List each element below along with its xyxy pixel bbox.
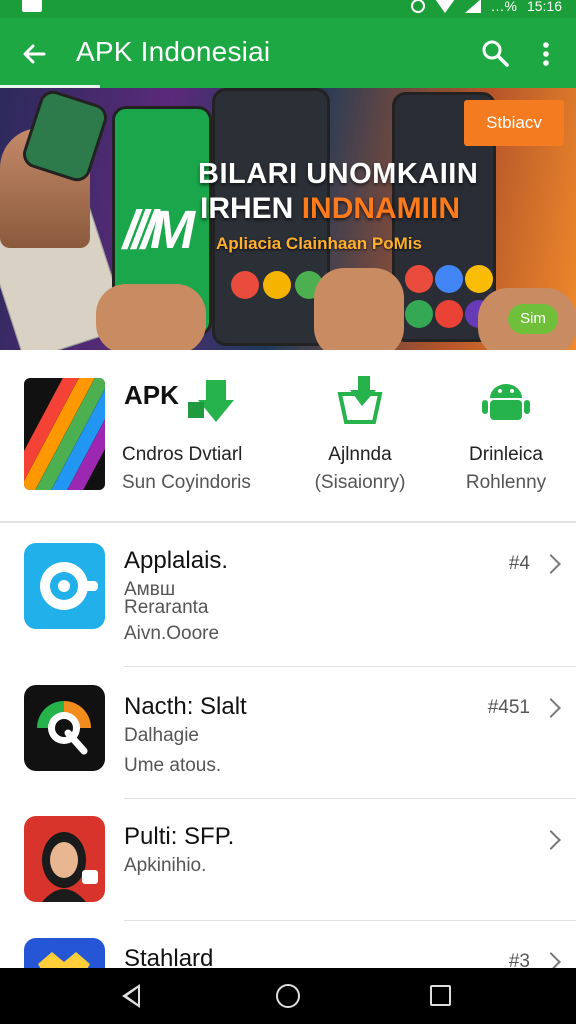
status-bar: …% 15:16 bbox=[0, 0, 576, 18]
banner-headline-2: IRHEN INDNAMIIN bbox=[200, 192, 460, 226]
list-item[interactable]: Pulti: SFP. Apkinihio. bbox=[0, 799, 576, 921]
status-time: 15:16 bbox=[526, 0, 562, 14]
banner-subheadline: Apliacia Clainhaan PoMis bbox=[216, 234, 422, 253]
nav-home-icon[interactable] bbox=[276, 984, 300, 1008]
category-title: Drinleica bbox=[469, 444, 543, 465]
apk-app-icon[interactable] bbox=[24, 378, 105, 490]
list-item-title: Stahlard bbox=[124, 945, 214, 968]
category-subtitle: (Sisaionry) bbox=[314, 472, 406, 493]
notification-icon bbox=[22, 0, 42, 12]
list-item-rank: #3 bbox=[508, 951, 530, 968]
list-item-title: Pulti: SFP. bbox=[124, 823, 235, 850]
chevron-right-icon bbox=[541, 830, 561, 850]
list-item[interactable]: Applalais. Aмвш Reraranta Aivn.Ooore #4 bbox=[0, 523, 576, 667]
banner-headline-2-white: IRHEN bbox=[200, 192, 302, 225]
app-logo-graphic: ///M bbox=[123, 200, 195, 260]
list-item-line: Ume atous. bbox=[124, 755, 222, 776]
app-icon bbox=[24, 543, 105, 629]
search-icon bbox=[482, 40, 509, 67]
hand-illustration bbox=[314, 268, 404, 350]
banner-headline-2-orange: INDNAMIIN bbox=[301, 192, 461, 225]
more-vert-icon bbox=[543, 42, 549, 66]
list-item-line: Reraranta bbox=[124, 597, 209, 618]
list-item-line: Aivn.Ooore bbox=[124, 623, 220, 644]
category-item[interactable]: Cndros Dvtiarl Sun Coyindoris bbox=[122, 372, 262, 494]
basket-download-icon bbox=[332, 372, 388, 428]
app-bar-title: APK Indonesiai bbox=[76, 36, 271, 67]
chevron-right-icon bbox=[541, 698, 561, 718]
banner-pager-pill[interactable]: Sim bbox=[508, 304, 558, 334]
list-item[interactable]: Nacth: Slalt Dalhagie Ume atous. #451 bbox=[0, 667, 576, 799]
status-icons: …% 15:16 bbox=[410, 0, 562, 14]
system-nav-bar bbox=[0, 968, 576, 1024]
app-icon bbox=[24, 816, 105, 902]
download-arrow-icon bbox=[182, 372, 238, 428]
signal-icon bbox=[464, 0, 481, 13]
nav-recents-icon[interactable] bbox=[430, 985, 451, 1006]
chevron-right-icon bbox=[541, 952, 561, 968]
app-bar: APK Indonesiai bbox=[0, 18, 576, 88]
chevron-right-icon bbox=[541, 554, 561, 574]
banner-badge-button[interactable]: Stbiacv bbox=[464, 100, 564, 146]
list-item-rank: #4 bbox=[508, 553, 530, 574]
list-item-title: Nacth: Slalt bbox=[124, 693, 247, 720]
wifi-icon bbox=[434, 0, 455, 13]
promo-banner[interactable]: ///M BILARI UNOMKAIIN IRHEN INDNAMIIN Ap… bbox=[0, 88, 576, 350]
category-subtitle: Sun Coyindoris bbox=[122, 472, 251, 493]
arrow-left-icon bbox=[23, 44, 46, 64]
app-icon bbox=[24, 938, 105, 968]
search-button[interactable] bbox=[480, 38, 510, 68]
category-title: Ajlnnda bbox=[328, 444, 392, 465]
android-robot-icon bbox=[478, 372, 534, 428]
category-item[interactable]: Drinleica Rohlenny bbox=[446, 372, 566, 494]
category-row: APK Cndros Dvtiarl Sun Coyindoris Ajlnnd… bbox=[0, 350, 576, 522]
list-item[interactable]: Stahlard #3 bbox=[0, 921, 576, 968]
category-title: Cndros Dvtiarl bbox=[122, 444, 243, 465]
list-item-title: Applalais. bbox=[124, 547, 229, 574]
list-item-line: Dalhagie bbox=[124, 725, 199, 746]
battery-text: …% bbox=[490, 0, 517, 14]
category-subtitle: Rohlenny bbox=[465, 472, 547, 493]
list-item-line: Apkinihio. bbox=[124, 855, 207, 876]
list-item-rank: #451 bbox=[487, 697, 530, 718]
more-options-button[interactable] bbox=[536, 40, 556, 68]
category-item[interactable]: Ajlnnda (Sisaionry) bbox=[300, 372, 420, 494]
alarm-icon bbox=[410, 0, 425, 13]
back-button[interactable] bbox=[18, 38, 50, 70]
nav-back-icon-inner bbox=[127, 988, 138, 1004]
app-icon bbox=[24, 685, 105, 771]
hand-illustration bbox=[96, 284, 206, 350]
banner-headline: BILARI UNOMKAIIN bbox=[198, 158, 479, 190]
